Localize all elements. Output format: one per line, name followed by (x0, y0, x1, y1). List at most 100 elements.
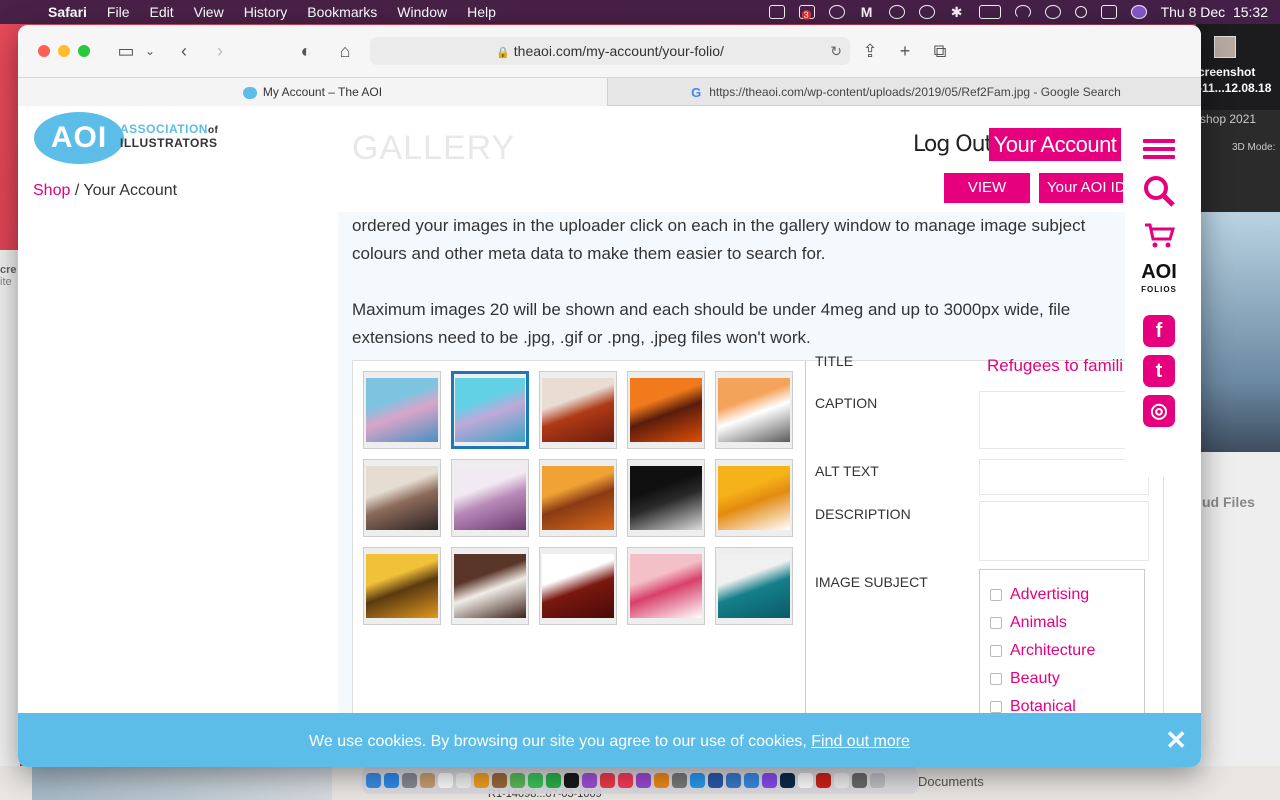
reminders-icon[interactable] (456, 772, 471, 788)
view-folio-button[interactable]: VIEW FOLIO (944, 173, 1030, 226)
home-icon[interactable]: ⌂ (333, 39, 357, 63)
spotlight-search-icon[interactable] (1074, 6, 1087, 18)
creative-cloud-icon[interactable] (828, 5, 845, 19)
breadcrumb-shop-link[interactable]: Shop (33, 182, 70, 199)
back-arrow-icon[interactable]: ‹ (172, 39, 196, 63)
user-icon[interactable] (1044, 5, 1061, 19)
launchpad-icon[interactable] (402, 772, 417, 788)
messages-icon[interactable] (528, 772, 543, 788)
alt-text-input[interactable] (979, 459, 1149, 495)
gallery-thumbnail-bulldog[interactable] (451, 547, 529, 625)
minimize-window-button[interactable] (58, 45, 70, 57)
aoi-folios-link[interactable]: AOI FOLIOS (1139, 262, 1179, 295)
mail-icon[interactable] (798, 772, 813, 788)
menu-history[interactable]: History (234, 4, 298, 20)
messenger-icon[interactable] (762, 772, 777, 788)
battery-icon[interactable] (978, 5, 1001, 19)
screen-icon[interactable] (768, 5, 785, 19)
address-bar[interactable]: 🔒 theaoi.com/my-account/your-folio/ ↻ (370, 37, 850, 65)
forward-arrow-icon[interactable]: › (208, 39, 232, 63)
sidebar-toggle-icon[interactable]: ▭ (114, 39, 138, 63)
privacy-shield-icon[interactable]: ◐ (294, 39, 318, 63)
subject-option-animals[interactable]: Animals (990, 614, 1067, 632)
gallery-thumbnail-highland-cow[interactable] (539, 547, 617, 625)
description-textarea[interactable] (979, 501, 1149, 561)
siri-icon[interactable] (1130, 5, 1147, 19)
menu-app-name[interactable]: Safari (38, 4, 97, 20)
time-machine-icon[interactable] (918, 5, 935, 19)
bluetooth-icon[interactable]: ✱ (949, 5, 965, 19)
aoi-logo-text[interactable]: ASSOCIATIONof ILLUSTRATORS (120, 123, 218, 149)
trash-icon[interactable] (870, 772, 885, 788)
music-icon[interactable] (618, 772, 633, 788)
gallery-thumbnail-teal-wave[interactable] (715, 547, 793, 625)
menu-window[interactable]: Window (387, 4, 457, 20)
calendar-icon[interactable] (438, 772, 453, 788)
word-icon[interactable] (708, 772, 723, 788)
checkbox[interactable] (990, 700, 1002, 713)
new-tab-icon[interactable]: + (893, 39, 917, 63)
checkbox[interactable] (990, 588, 1002, 601)
gallery-thumbnail-yellow-book-cover[interactable] (715, 459, 793, 537)
menu-help[interactable]: Help (457, 4, 506, 20)
checkbox[interactable] (990, 616, 1002, 629)
podcasts-icon[interactable] (582, 772, 597, 788)
menu-edit[interactable]: Edit (139, 4, 183, 20)
documents-folder-label[interactable]: Documents (918, 774, 984, 789)
finder-icon[interactable] (366, 772, 381, 788)
gallery-thumbnail-landscape-red-figure[interactable] (539, 371, 617, 449)
photos-icon[interactable] (474, 772, 489, 788)
facebook-icon[interactable]: f (1143, 315, 1175, 347)
safari-icon[interactable] (690, 772, 705, 788)
moon-icon[interactable] (888, 5, 905, 19)
search-icon[interactable] (1143, 175, 1175, 207)
screenshot-file-icon[interactable] (1214, 36, 1236, 58)
app-store-icon[interactable] (384, 772, 399, 788)
tv-icon[interactable] (564, 772, 579, 788)
menu-bookmarks[interactable]: Bookmarks (297, 4, 387, 20)
maps-icon[interactable] (510, 772, 525, 788)
books-icon[interactable] (654, 772, 669, 788)
checkbox[interactable] (990, 672, 1002, 685)
gallery-thumbnail-cat-dog-orange[interactable] (715, 371, 793, 449)
gallery-thumbnail-crow-fields[interactable] (363, 459, 441, 537)
facetime-icon[interactable] (546, 772, 561, 788)
preview-icon[interactable] (726, 772, 741, 788)
tab-google-search[interactable]: Ghttps://theaoi.com/wp-content/uploads/2… (609, 78, 1201, 106)
menu-view[interactable]: View (184, 4, 234, 20)
podcast-app-icon[interactable] (636, 772, 651, 788)
notes-icon[interactable] (492, 772, 507, 788)
gallery-thumbnail-floral-purple[interactable] (451, 459, 529, 537)
gallery-thumbnail-orange-tree[interactable] (627, 371, 705, 449)
aoi-logo[interactable]: AOI (34, 112, 124, 164)
caption-textarea[interactable] (979, 391, 1149, 449)
malwarebytes-icon[interactable]: M (859, 5, 875, 19)
cookie-find-out-more-link[interactable]: Find out more (811, 733, 910, 750)
textedit-icon[interactable] (834, 772, 849, 788)
title-input[interactable]: Refugees to famili (987, 356, 1123, 376)
gallery-thumbnail-refugees-family-beach[interactable] (363, 371, 441, 449)
control-center-icon[interactable] (1100, 5, 1117, 19)
chevron-down-icon[interactable]: ⌄ (138, 39, 162, 63)
share-icon[interactable]: ⇪ (858, 39, 882, 63)
gallery-thumbnail-black-figures[interactable] (627, 459, 705, 537)
twitter-icon[interactable]: t (1143, 355, 1175, 387)
screenshot-file-label[interactable]: creenshot -11...12.08.18 (1198, 64, 1280, 96)
tab-my-account[interactable]: My Account – The AOI (18, 78, 608, 106)
close-icon[interactable]: ✕ (1165, 713, 1187, 767)
news-icon[interactable] (600, 772, 615, 788)
subject-option-advertising[interactable]: Advertising (990, 586, 1089, 604)
subject-option-architecture[interactable]: Architecture (990, 642, 1095, 660)
gallery-thumbnail-pink-figure-sea[interactable] (627, 547, 705, 625)
menu-clock[interactable]: Thu 8 Dec 15:32 (1161, 4, 1268, 20)
settings-icon[interactable] (672, 772, 687, 788)
photoshop-icon[interactable] (780, 772, 795, 788)
reload-icon[interactable]: ↻ (830, 37, 842, 65)
wifi-icon[interactable] (1014, 5, 1031, 19)
acrobat-icon[interactable] (816, 772, 831, 788)
gallery-thumbnail-orange-landscape[interactable] (539, 459, 617, 537)
gallery-thumbnail-yellow-hills[interactable] (363, 547, 441, 625)
checkbox[interactable] (990, 644, 1002, 657)
subject-option-beauty[interactable]: Beauty (990, 670, 1060, 688)
tab-overview-icon[interactable]: ⧉ (928, 39, 952, 63)
